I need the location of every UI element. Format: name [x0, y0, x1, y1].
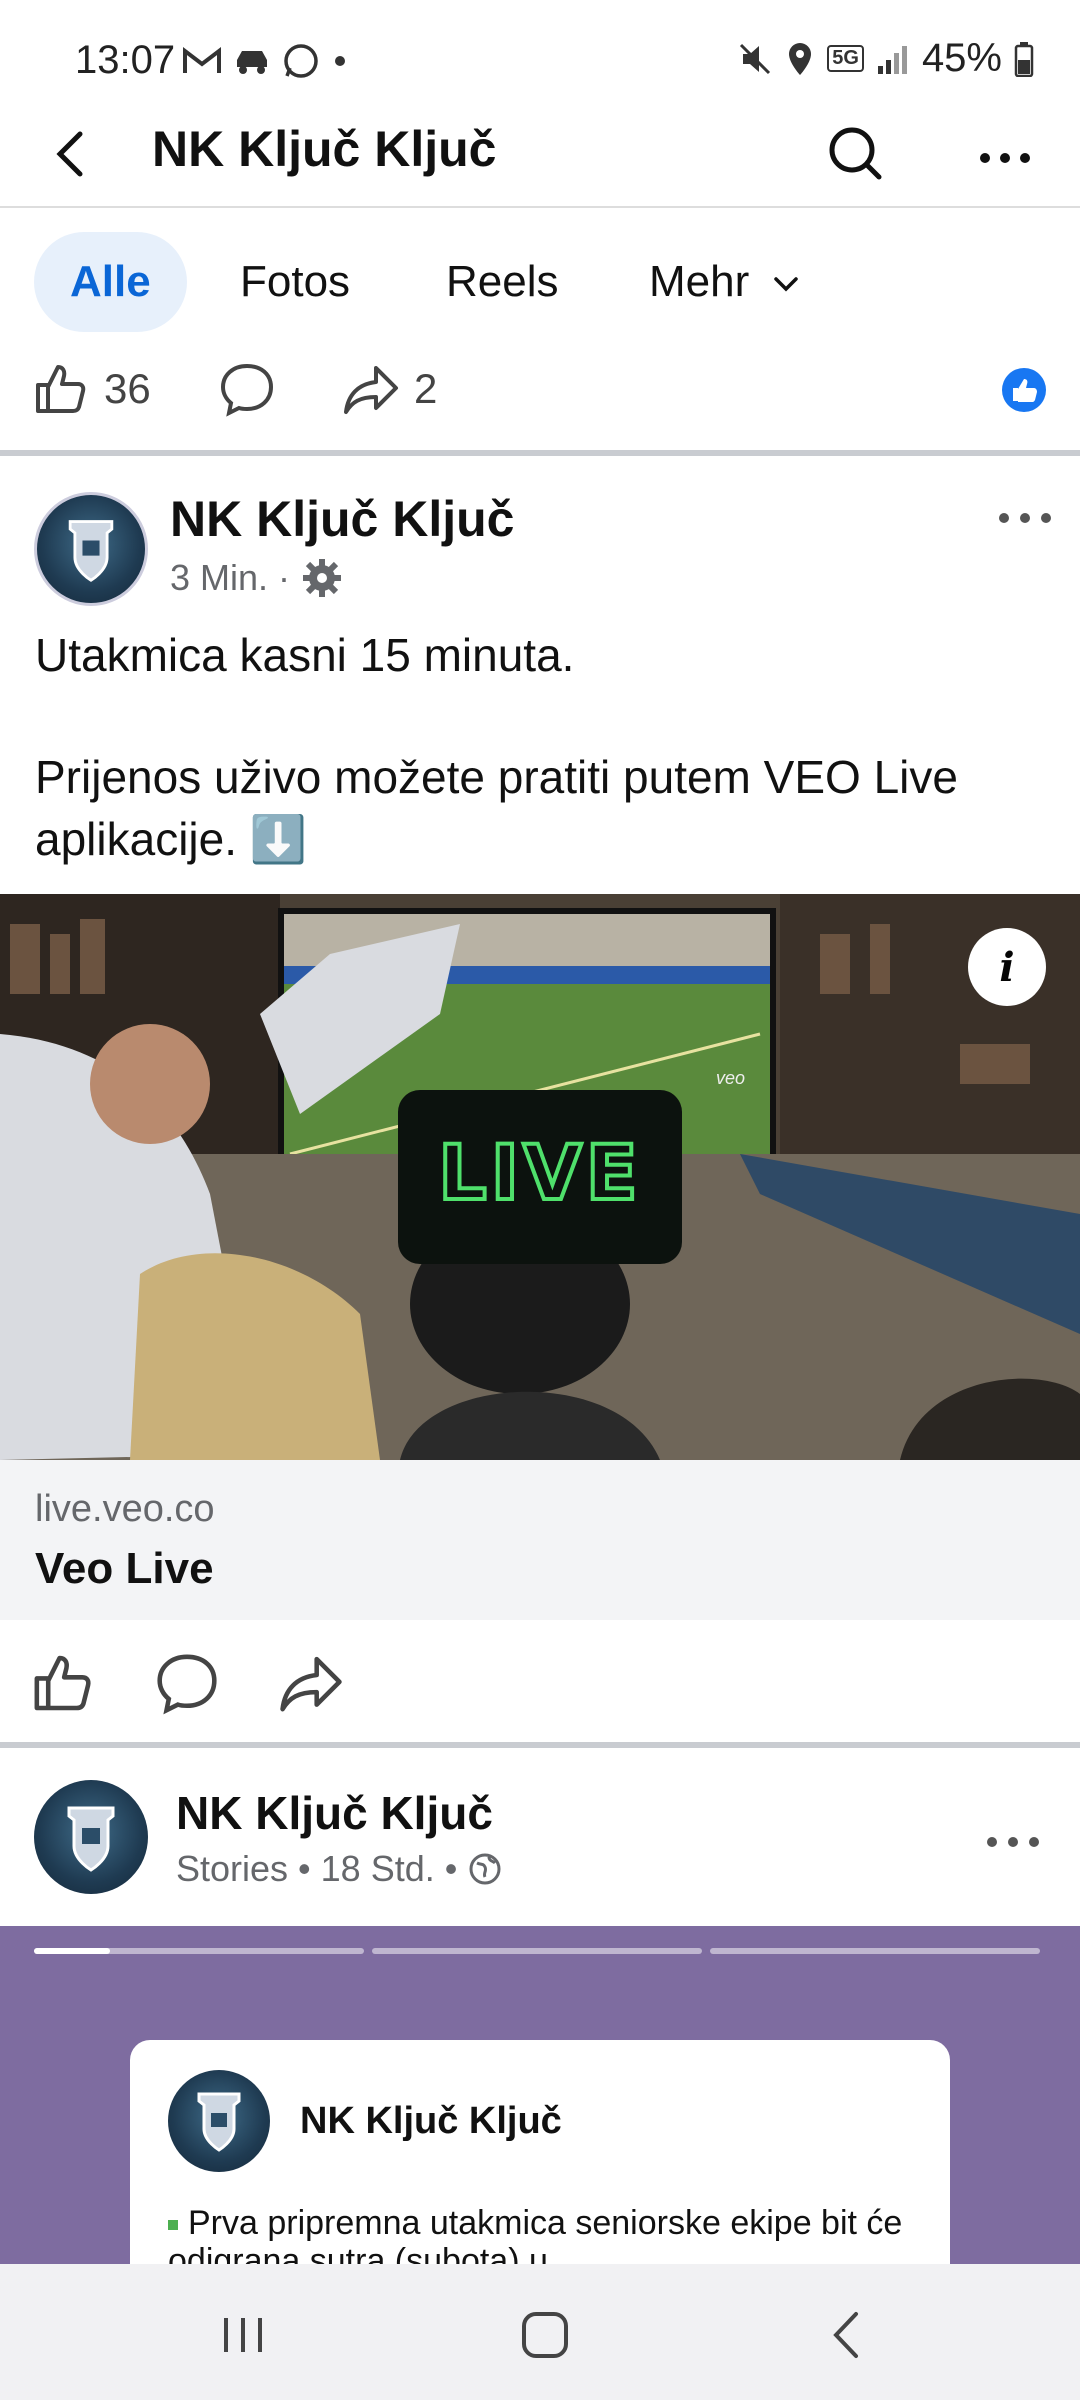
search-icon[interactable]	[820, 118, 890, 188]
story-card: NK Ključ Ključ Prva pripremna utakmica s…	[130, 2040, 950, 2266]
chevron-down-icon	[774, 277, 799, 292]
post-meta: 3 Min. ·	[170, 556, 344, 600]
like-count: 36	[104, 365, 151, 412]
page-avatar[interactable]	[34, 1780, 148, 1894]
story-card-text-content: Prva pripremna utakmica seniorske ekipe …	[168, 2204, 903, 2266]
post-text-line2: Prijenos uživo možete pratiti putem VEO …	[35, 751, 958, 865]
whatsapp-icon	[284, 44, 318, 78]
post-divider	[0, 1742, 1080, 1748]
link-preview-footer[interactable]: live.veo.co Veo Live	[0, 1460, 1080, 1620]
battery-icon	[1014, 41, 1034, 77]
page-avatar[interactable]	[34, 492, 148, 606]
share-button-icon[interactable]	[278, 1650, 344, 1716]
system-icons: 5G 45%	[737, 36, 1034, 81]
info-button[interactable]: i	[968, 928, 1046, 1006]
system-nav-bar	[0, 2264, 1080, 2400]
filter-tabs: Alle Fotos Reels Mehr	[0, 232, 1080, 336]
back-arrow-icon[interactable]	[38, 118, 108, 188]
comment-icon	[220, 363, 274, 417]
tab-mehr[interactable]: Mehr	[649, 232, 803, 332]
story-card-name: NK Ključ Ključ	[300, 2100, 562, 2142]
gear-icon	[303, 559, 342, 597]
network-type-label: 5G	[827, 45, 864, 72]
stories-meta: Stories • 18 Std. •	[176, 1848, 503, 1890]
comment-button-icon[interactable]	[154, 1650, 220, 1716]
tab-mehr-label: Mehr	[649, 257, 750, 306]
green-bullet-icon	[168, 2220, 178, 2231]
post-header: NK Ključ Ključ 3 Min. ·	[0, 488, 1080, 628]
car-icon	[237, 51, 267, 74]
dot-icon	[335, 56, 345, 66]
like-button-icon[interactable]	[30, 1650, 96, 1716]
battery-percent: 45%	[921, 36, 1002, 80]
recent-apps-icon[interactable]	[208, 2300, 278, 2370]
post-actions	[0, 1640, 1080, 1730]
club-crest-icon	[197, 2092, 241, 2152]
story-progress-fill	[34, 1948, 110, 1954]
gmail-icon	[183, 46, 221, 73]
status-time: 13:07	[75, 38, 176, 82]
share-count: 2	[414, 365, 438, 412]
home-icon[interactable]	[510, 2300, 580, 2370]
location-icon	[789, 42, 812, 75]
page-title: NK Ključ Ključ	[152, 121, 497, 177]
share-icon	[344, 366, 398, 414]
notification-icons	[182, 42, 350, 80]
live-stream-illustration: veo LIVE	[0, 894, 1080, 1460]
like-count-button[interactable]: 36	[32, 360, 151, 418]
post-body: Utakmica kasni 15 minuta. Prijenos uživo…	[35, 624, 1055, 930]
story-preview[interactable]: NK Ključ Ključ Prva pripremna utakmica s…	[0, 1926, 1080, 2266]
story-progress-2	[372, 1948, 702, 1954]
post-author-name[interactable]: NK Ključ Ključ	[170, 490, 514, 548]
link-domain: live.veo.co	[35, 1488, 215, 1530]
signal-icon	[877, 45, 907, 74]
share-count-button[interactable]: 2	[342, 360, 437, 418]
tab-fotos[interactable]: Fotos	[240, 232, 350, 332]
mute-icon	[740, 43, 771, 74]
app-bar: NK Ključ Ključ	[0, 100, 1080, 208]
stories-author-name[interactable]: NK Ključ Ključ	[176, 1786, 493, 1840]
comment-button[interactable]	[218, 360, 276, 418]
story-progress-1	[34, 1948, 364, 1954]
tab-alle[interactable]: Alle	[34, 232, 187, 332]
previous-post-reactions: 36 2	[0, 348, 1080, 438]
post-options-icon[interactable]	[990, 498, 1060, 538]
stories-post-header: NK Ključ Ključ Stories • 18 Std. •	[0, 1778, 1080, 1918]
post-text-line1: Utakmica kasni 15 minuta.	[35, 629, 575, 681]
story-card-text: Prva pripremna utakmica seniorske ekipe …	[168, 2204, 928, 2266]
post-options-icon[interactable]	[978, 1822, 1048, 1862]
story-card-avatar	[168, 2070, 270, 2172]
back-nav-icon[interactable]	[812, 2300, 882, 2370]
like-icon	[36, 365, 86, 413]
story-progress-3	[710, 1948, 1040, 1954]
live-badge-text: LIVE	[438, 1128, 641, 1217]
info-icon: i	[999, 943, 1015, 991]
link-preview-image[interactable]: veo LIVE	[0, 894, 1080, 1460]
veo-watermark: veo	[716, 1068, 745, 1088]
post-divider	[0, 450, 1080, 456]
post-time: 3 Min. ·	[170, 557, 291, 598]
tab-reels[interactable]: Reels	[446, 232, 559, 332]
club-crest-icon	[68, 520, 114, 582]
like-reaction-badge-icon	[1002, 368, 1046, 412]
globe-icon	[469, 1853, 501, 1885]
club-crest-icon	[67, 1806, 115, 1872]
link-title: Veo Live	[35, 1544, 214, 1593]
stories-meta-text: Stories • 18 Std. •	[176, 1848, 458, 1889]
more-options-icon[interactable]	[970, 118, 1040, 188]
